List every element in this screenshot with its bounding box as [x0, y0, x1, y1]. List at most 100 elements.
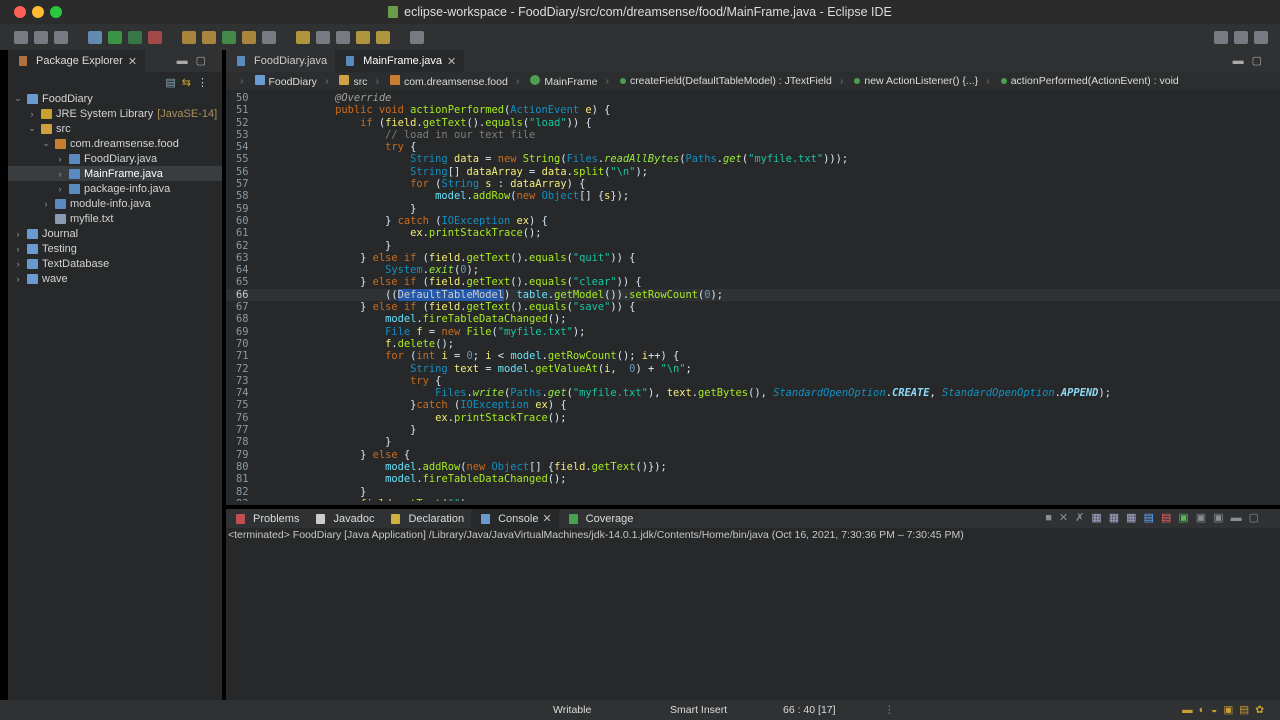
code-line[interactable]: 51 public void actionPerformed(ActionEve… [226, 104, 1280, 116]
code-line[interactable]: 64 System.exit(0); [226, 264, 1280, 276]
breadcrumb-item[interactable]: FoodDiary [252, 74, 317, 88]
open-perspective-icon[interactable] [1234, 30, 1248, 44]
code-line[interactable]: 62 } [226, 240, 1280, 252]
breadcrumb-item[interactable]: createField(DefaultTableModel) : JTextFi… [617, 75, 832, 87]
remove-all-icon[interactable]: ✗ [1075, 512, 1091, 524]
code-editor[interactable]: 50 @Override 51 public void actionPerform… [226, 92, 1280, 501]
tree-item[interactable]: › Testing [8, 241, 222, 256]
code-line[interactable]: 53 // load in our text file [226, 129, 1280, 141]
close-icon[interactable]: ✕ [542, 512, 551, 525]
code-line[interactable]: 66 ((DefaultTableModel) table.getModel()… [226, 288, 1280, 302]
tree-item[interactable]: ⌄ com.dreamsense.food [8, 136, 222, 151]
new-class-icon[interactable] [222, 30, 236, 44]
previous-annotation-icon[interactable] [336, 30, 350, 44]
tab-fooddiary-java[interactable]: FoodDiary.java [226, 50, 335, 72]
chevron-right-icon[interactable]: › [12, 259, 24, 269]
code-line[interactable]: 79 } else { [226, 449, 1280, 461]
code-line[interactable]: 73 try { [226, 375, 1280, 387]
tree-item[interactable]: › module-info.java [8, 196, 222, 211]
chevron-right-icon[interactable]: › [12, 274, 24, 284]
chevron-right-icon[interactable]: › [26, 109, 38, 119]
chevron-down-icon[interactable]: ⌄ [26, 123, 38, 134]
code-line[interactable]: 71 for (int i = 0; i < model.getRowCount… [226, 350, 1280, 362]
minimize-window-button[interactable] [32, 6, 44, 18]
breadcrumb-item[interactable]: MainFrame [527, 74, 597, 88]
chevron-down-icon[interactable]: ⌄ [40, 138, 52, 149]
terminal-icon[interactable] [410, 30, 424, 44]
code-line[interactable]: 56 String[] dataArray = data.split("\n")… [226, 166, 1280, 178]
code-line[interactable]: 72 String text = model.getValueAt(i, 0) … [226, 363, 1280, 375]
code-line[interactable]: 57 for (String s : dataArray) { [226, 178, 1280, 190]
code-line[interactable]: 77 } [226, 424, 1280, 436]
view-menu-icon[interactable]: ⋮ [197, 77, 214, 89]
code-line[interactable]: 69 File f = new File("myfile.txt"); [226, 326, 1280, 338]
display-console-icon[interactable]: ▣ [1196, 512, 1213, 524]
back-icon[interactable] [356, 30, 370, 44]
next-annotation-icon[interactable] [316, 30, 330, 44]
breadcrumb-item[interactable]: new ActionListener() {...} [851, 75, 978, 87]
tree-item[interactable]: › FoodDiary.java [8, 151, 222, 166]
tree-item[interactable]: ⌄ FoodDiary [8, 91, 222, 106]
status-menu-icon[interactable]: ⋮ [884, 704, 895, 716]
scroll-lock-icon[interactable]: ▦ [1109, 512, 1126, 524]
editor-minimize-maximize-buttons[interactable]: ▬▢ [1233, 54, 1270, 67]
code-line[interactable]: 74 Files.write(Paths.get("myfile.txt"), … [226, 387, 1280, 399]
tree-item[interactable]: › JRE System Library [JavaSE-14] [8, 106, 222, 121]
close-icon[interactable]: ✕ [128, 55, 137, 68]
new-java-project-icon[interactable] [182, 30, 196, 44]
show-stderr-icon[interactable]: ▤ [1161, 512, 1178, 524]
coverage-icon[interactable] [128, 30, 142, 44]
quick-access-search-icon[interactable] [1214, 30, 1228, 44]
toggle-mark-occurrences-icon[interactable] [296, 30, 310, 44]
breadcrumb-item[interactable]: src [336, 74, 367, 88]
chevron-right-icon[interactable]: › [12, 229, 24, 239]
forward-icon[interactable] [376, 30, 390, 44]
clear-console-icon[interactable]: ▦ [1091, 512, 1108, 524]
code-line[interactable]: 75 }catch (IOException ex) { [226, 399, 1280, 411]
chevron-down-icon[interactable]: ⌄ [12, 93, 24, 104]
minimize-maximize-icons[interactable]: ▬▢ [1231, 512, 1266, 524]
code-line[interactable]: 61 ex.printStackTrace(); [226, 227, 1280, 239]
word-wrap-icon[interactable]: ▦ [1126, 512, 1143, 524]
code-line[interactable]: 58 model.addRow(new Object[] {s}); [226, 190, 1280, 202]
chevron-right-icon[interactable]: › [54, 169, 66, 179]
debug-icon[interactable] [88, 30, 102, 44]
open-console-icon[interactable]: ▣ [1213, 512, 1230, 524]
chevron-right-icon[interactable]: › [54, 184, 66, 194]
save-all-icon[interactable] [54, 30, 68, 44]
chevron-right-icon[interactable]: › [12, 244, 24, 254]
code-line[interactable]: 80 model.addRow(new Object[] {field.getT… [226, 461, 1280, 473]
chevron-right-icon[interactable]: › [40, 199, 52, 209]
collapse-all-icon[interactable]: ▤ [165, 77, 181, 89]
tree-item[interactable]: › package-info.java [8, 181, 222, 196]
code-line[interactable]: 52 if (field.getText().equals("load")) { [226, 117, 1280, 129]
code-line[interactable]: 82 } [226, 486, 1280, 498]
tab-mainframe-java[interactable]: MainFrame.java ✕ [335, 50, 465, 72]
tree-item[interactable]: › Journal [8, 226, 222, 241]
tab-javadoc[interactable]: Javadoc [306, 509, 381, 528]
tab-package-explorer[interactable]: Package Explorer ✕ [8, 50, 146, 72]
link-with-editor-icon[interactable]: ⇆ [182, 77, 197, 89]
tab-problems[interactable]: Problems [226, 509, 306, 528]
breadcrumb-item[interactable]: com.dreamsense.food [387, 74, 508, 88]
breadcrumb-item[interactable]: actionPerformed(ActionEvent) : void [998, 75, 1179, 87]
code-line[interactable]: 54 try { [226, 141, 1280, 153]
code-line[interactable]: 67 } else if (field.getText().equals("sa… [226, 301, 1280, 313]
external-tools-icon[interactable] [148, 30, 162, 44]
maximize-window-button[interactable] [50, 6, 62, 18]
tree-item[interactable]: myfile.txt [8, 211, 222, 226]
code-line[interactable]: 78 } [226, 436, 1280, 448]
new-package-icon[interactable] [202, 30, 216, 44]
code-line[interactable]: 68 model.fireTableDataChanged(); [226, 313, 1280, 325]
pin-console-icon[interactable]: ▣ [1178, 512, 1195, 524]
tab-console[interactable]: Console ✕ [471, 509, 559, 528]
new-icon[interactable] [14, 30, 28, 44]
tree-item[interactable]: ⌄ src [8, 121, 222, 136]
code-line[interactable]: 76 ex.printStackTrace(); [226, 412, 1280, 424]
java-perspective-icon[interactable] [1254, 30, 1268, 44]
run-icon[interactable] [108, 30, 122, 44]
tree-item[interactable]: › TextDatabase [8, 256, 222, 271]
code-line[interactable]: 59 } [226, 203, 1280, 215]
status-tray-icons[interactable]: ▬◐◒▣▤✿ [1182, 704, 1270, 716]
close-window-button[interactable] [14, 6, 26, 18]
